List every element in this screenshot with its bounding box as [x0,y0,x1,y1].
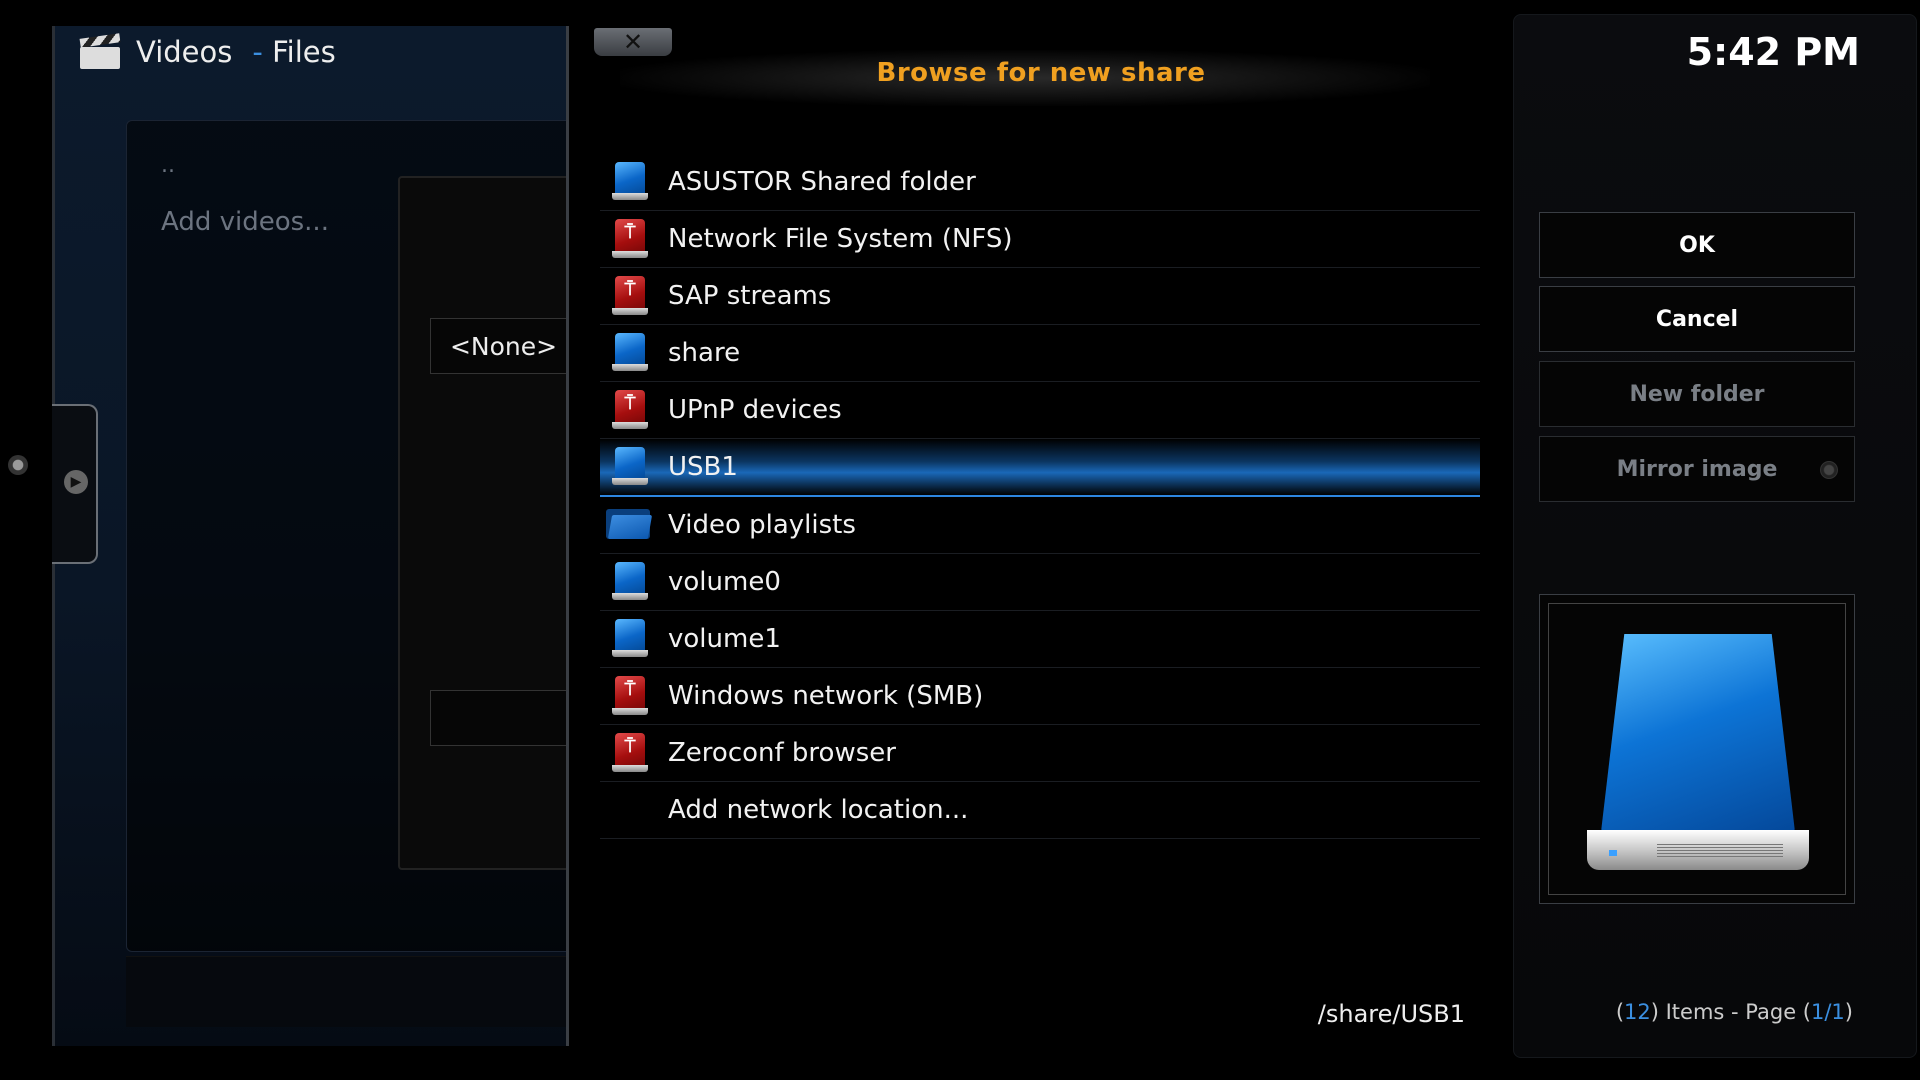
share-item-label: UPnP devices [668,395,842,425]
drive-icon [612,447,648,487]
clock: 5:42 PM [1686,30,1860,74]
current-path: /share/USB1 [1317,1000,1465,1028]
share-list-item[interactable]: ⍑ UPnP devices [600,382,1480,439]
new-folder-button[interactable]: New folder [1539,361,1855,427]
item-preview [1539,594,1855,904]
drive-icon [612,562,648,602]
window-title: Videos [136,35,233,69]
share-list-item[interactable]: ⍑ Zeroconf browser [600,725,1480,782]
share-list-item[interactable]: share [600,325,1480,382]
folder-icon [606,505,653,545]
source-path-field[interactable]: <None> [430,318,577,374]
share-item-label: volume1 [668,624,781,654]
share-item-label: Add network location... [668,795,969,825]
share-list-item[interactable]: USB1 [600,439,1480,497]
share-list-item[interactable]: Add network location... [600,782,1480,839]
network-icon: ⍑ [612,276,648,316]
ok-button[interactable]: OK [1539,212,1855,278]
share-list-item[interactable]: volume0 [600,554,1480,611]
source-name-field[interactable] [430,690,577,746]
mirror-image-toggle[interactable]: Mirror image [1539,436,1855,502]
parent-folder-item[interactable]: .. [161,153,175,178]
share-list-item[interactable]: ⍑ Windows network (SMB) [600,668,1480,725]
hard-drive-icon [1587,634,1809,872]
window-section: Files [272,35,336,69]
share-item-label: SAP streams [668,281,832,311]
dialog-title: Browse for new share [876,58,1206,88]
share-item-label: Video playlists [668,510,856,540]
share-item-label: Zeroconf browser [668,738,896,768]
share-list-item[interactable]: ⍑ SAP streams [600,268,1480,325]
share-item-label: ASUSTOR Shared folder [668,167,976,197]
file-list-footer [126,956,576,1027]
share-item-label: Network File System (NFS) [668,224,1013,254]
share-item-label: Windows network (SMB) [668,681,984,711]
items-count: 12 [1624,1000,1651,1024]
share-list-item[interactable]: Video playlists [600,497,1480,554]
cancel-button[interactable]: Cancel [1539,286,1855,352]
share-list-item[interactable]: volume1 [600,611,1480,668]
share-item-label: volume0 [668,567,781,597]
add-source-dialog [398,176,577,870]
drive-icon [612,162,648,202]
close-button[interactable]: ✕ [594,28,672,56]
share-list-item[interactable]: ASUSTOR Shared folder [600,154,1480,211]
network-icon: ⍑ [612,733,648,773]
page-number: 1/1 [1811,1000,1845,1024]
radio-icon [1820,461,1838,479]
network-icon: ⍑ [612,219,648,259]
network-icon: ⍑ [612,390,648,430]
network-icon: ⍑ [612,676,648,716]
title-separator: - [252,35,263,69]
mirror-image-label: Mirror image [1616,456,1778,482]
drive-icon [612,333,648,373]
close-icon: ✕ [622,28,644,56]
share-list: ASUSTOR Shared folder ⍑ Network File Syste… [600,154,1480,839]
items-label: ) Items - Page ( [1650,1000,1811,1024]
side-indicator-dot [8,455,28,475]
clapperboard-icon [78,33,122,70]
window-header: Videos - Files [78,33,336,70]
share-list-item[interactable]: ⍑ Network File System (NFS) [600,211,1480,268]
drive-icon [612,619,648,659]
side-menu-arrow-icon[interactable]: ▶ [64,470,88,494]
share-item-label: share [668,338,741,368]
items-page-info: (12) Items - Page (1/1) [1615,1000,1853,1024]
add-videos-item[interactable]: Add videos... [161,207,329,237]
share-item-label: USB1 [668,452,738,482]
